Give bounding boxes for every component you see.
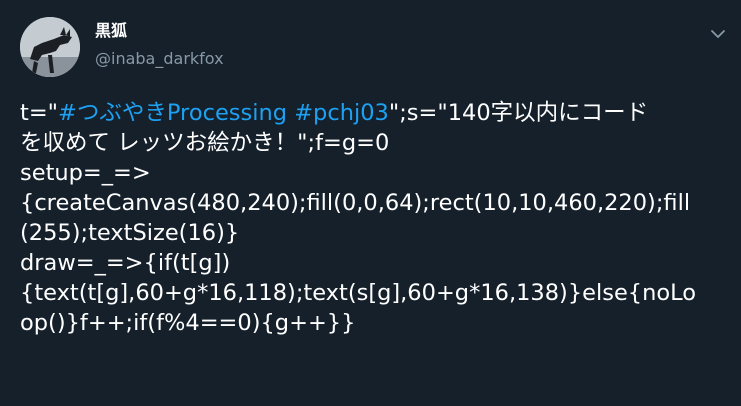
tweet-text-line: setup=_=> [20,158,730,188]
chevron-down-icon[interactable] [706,22,730,46]
tweet-text-segment: {text(t[g],60+g*16,118);text(s[g],60+g*1… [20,280,697,306]
tweet-text-line: {text(t[g],60+g*16,118);text(s[g],60+g*1… [20,278,730,308]
tweet-text-line: op()}f++;if(f%4==0){g++}} [20,308,730,338]
tweet-text-line: {createCanvas(480,240);fill(0,0,64);rect… [20,188,730,218]
tweet-text-line: (255);textSize(16)} [20,218,730,248]
author-handle[interactable]: @inaba_darkfox [95,49,224,69]
hashtag-link[interactable]: #pchj03 [294,100,389,126]
tweet-text-segment: setup=_=> [20,160,151,186]
tweet-text-line: を収めて レッツお絵かき！";f=g=0 [20,128,730,158]
tweet-text-segment: {createCanvas(480,240);fill(0,0,64);rect… [20,190,691,216]
tweet-text-segment: (255);textSize(16)} [20,220,240,246]
avatar[interactable] [20,17,80,77]
tweet-text: t="#つぶやきProcessing #pchj03";s="140字以内にコー… [20,98,730,338]
tweet-text-segment: draw=_=>{if(t[g]) [20,250,231,276]
avatar-image [20,17,80,77]
hashtag-link[interactable]: #つぶやきProcessing [58,100,287,126]
tweet-text-segment: を収めて レッツお絵かき！";f=g=0 [20,130,390,156]
tweet-card: 黒狐 @inaba_darkfox t="#つぶやきProcessing #pc… [0,0,741,406]
author-name[interactable]: 黒狐 [95,21,127,41]
tweet-text-line: t="#つぶやきProcessing #pchj03";s="140字以内にコー… [20,98,730,128]
tweet-text-segment: t=" [20,100,59,126]
tweet-text-segment: op()}f++;if(f%4==0){g++}} [20,310,356,336]
tweet-text-segment: ";s="140字以内にコード [388,100,649,126]
tweet-text-line: draw=_=>{if(t[g]) [20,248,730,278]
